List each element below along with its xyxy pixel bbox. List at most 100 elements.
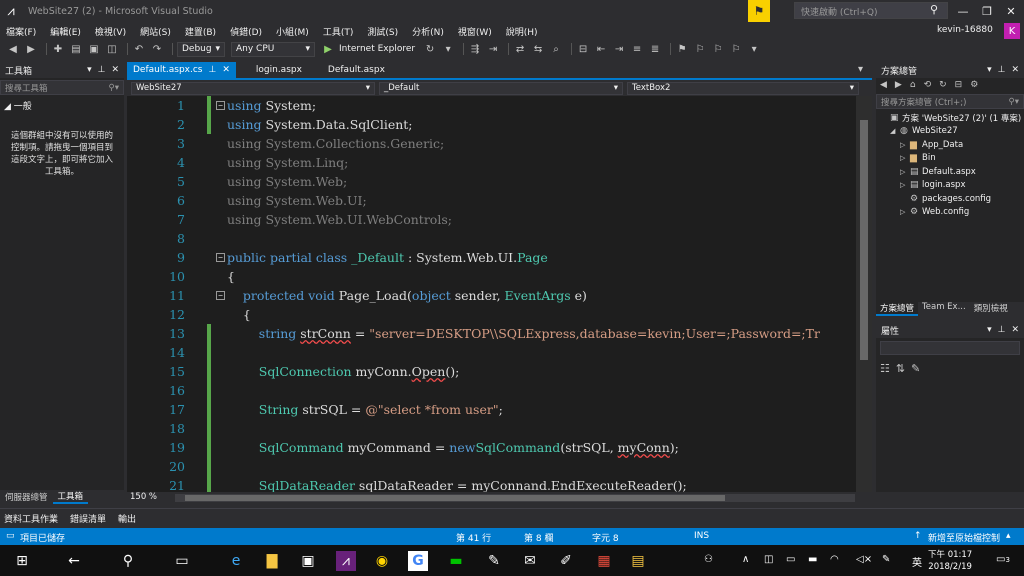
vertical-scrollbar-thumb[interactable]	[860, 120, 868, 360]
navigate-back-icon[interactable]: ⇆	[531, 42, 545, 56]
search-icon[interactable]: ⚲▾	[109, 83, 120, 93]
line-icon[interactable]: ▬	[446, 551, 466, 571]
uncomment-icon[interactable]: ≣	[648, 42, 662, 56]
avatar[interactable]: K	[1004, 23, 1020, 39]
pin-icon[interactable]: ⊥	[998, 65, 1006, 75]
toolbar-overflow-icon[interactable]: ▾	[747, 42, 761, 56]
expand-icon[interactable]: ▷	[900, 141, 910, 149]
code-line[interactable]: 19 SqlCommand myCommand = newSqlCommand(…	[127, 438, 856, 457]
menu-item[interactable]: 工具(T)	[323, 25, 354, 38]
media-icon[interactable]: ◉	[372, 551, 392, 571]
menu-item[interactable]: 小組(M)	[276, 25, 309, 38]
account-name[interactable]: kevin-16880	[937, 25, 993, 35]
tree-item[interactable]: ▷ ▤ Default.aspx	[876, 165, 1024, 179]
code-line[interactable]: 6 using System.Web.UI;	[127, 191, 856, 210]
tree-item[interactable]: ▷ ▆ App_Data	[876, 138, 1024, 152]
properties-object-dropdown[interactable]	[880, 341, 1020, 355]
home-icon[interactable]: ⌂	[910, 80, 916, 90]
edge-icon[interactable]: e	[226, 551, 246, 571]
code-editor[interactable]: 1− using System; 2 using System.Data.SqlCli…	[127, 96, 856, 492]
collapse-icon[interactable]: −	[216, 101, 225, 110]
close-icon[interactable]: ✕	[111, 65, 119, 75]
collapse-icon[interactable]: −	[216, 291, 225, 300]
code-line[interactable]: 9 − public partial class _Default : System…	[127, 248, 856, 267]
code-line[interactable]: 16	[127, 381, 856, 400]
open-file-icon[interactable]: ▤	[69, 42, 83, 56]
expand-icon[interactable]: ▷	[900, 168, 910, 176]
code-line[interactable]: 20	[127, 457, 856, 476]
refresh-icon[interactable]: ↻	[939, 80, 947, 90]
search-icon[interactable]: ⚲	[930, 3, 938, 16]
code-line[interactable]: 15 SqlConnection myConn.Open();	[127, 362, 856, 381]
pen-icon[interactable]: ✎	[882, 554, 890, 565]
restore-button[interactable]: ❐	[976, 0, 998, 22]
chevron-down-icon[interactable]: ▾	[987, 325, 992, 335]
solution-search-input[interactable]: 搜尋方案總管 (Ctrl+;) ⚲▾	[876, 94, 1024, 109]
properties-icon[interactable]: ⚙	[970, 80, 978, 90]
run-browser-label[interactable]: Internet Explorer	[339, 44, 415, 54]
minimize-button[interactable]: —	[952, 0, 974, 22]
tab-output[interactable]: 輸出	[118, 512, 136, 525]
code-line[interactable]: 4 using System.Linq;	[127, 153, 856, 172]
tab-class-view[interactable]: 類別檢視	[970, 302, 1012, 316]
menu-item[interactable]: 網站(S)	[140, 25, 171, 38]
refresh-icon[interactable]: ↻	[423, 42, 437, 56]
tab-login-aspx[interactable]: login.aspx	[250, 62, 308, 78]
code-line[interactable]: 8	[127, 229, 856, 248]
indent-icon[interactable]: ⇤	[594, 42, 608, 56]
tab-overflow-icon[interactable]: ▾	[858, 64, 863, 75]
tab-data-tools[interactable]: 資料工具作業	[4, 512, 58, 525]
search-icon[interactable]: ⚲▾	[1009, 97, 1020, 107]
chevron-up-icon[interactable]: ∧	[742, 554, 749, 565]
ime-indicator[interactable]: 英	[912, 554, 922, 569]
battery-icon[interactable]: ▭	[786, 554, 795, 565]
notification-flag-icon[interactable]: ⚑	[748, 0, 770, 22]
outdent-icon[interactable]: ⇥	[612, 42, 626, 56]
tree-item[interactable]: ▷ ▆ Bin	[876, 152, 1024, 166]
network-icon[interactable]: ▬	[808, 554, 817, 565]
menu-item[interactable]: 分析(N)	[412, 25, 444, 38]
people-icon[interactable]: ⚇	[704, 554, 713, 565]
menu-item[interactable]: 編輯(E)	[50, 25, 81, 38]
code-line[interactable]: 1 − using System;	[127, 96, 856, 115]
archive-icon[interactable]: ▤	[628, 551, 648, 571]
paint-icon[interactable]: ✐	[556, 551, 576, 571]
chevron-down-icon[interactable]: ▾	[987, 65, 992, 75]
notepad-icon[interactable]: ✎	[484, 551, 504, 571]
tree-item[interactable]: ◢ ◍ WebSite27	[876, 125, 1024, 139]
tree-item[interactable]: ▷ ▤ login.aspx	[876, 179, 1024, 193]
toolbox-group-general[interactable]: ◢ 一般	[0, 97, 124, 114]
comment-icon[interactable]: ≡	[630, 42, 644, 56]
save-icon[interactable]: ▣	[87, 42, 101, 56]
windows-start-icon[interactable]: ⊞	[12, 551, 32, 571]
menu-item[interactable]: 檔案(F)	[6, 25, 36, 38]
browse-icon[interactable]: ⇶	[468, 42, 482, 56]
save-all-icon[interactable]: ◫	[105, 42, 119, 56]
tab-default-aspx[interactable]: Default.aspx	[322, 62, 391, 78]
app-icon[interactable]: ▦	[594, 551, 614, 571]
add-to-source-control[interactable]: 新增至原始檔控制	[928, 531, 1000, 544]
volume-icon[interactable]: ◁×	[856, 554, 872, 565]
chevron-down-icon[interactable]: ▾	[87, 65, 92, 75]
platform-dropdown[interactable]: Any CPU ▾	[231, 41, 315, 57]
notification-icon[interactable]: ▭3	[996, 554, 1010, 565]
code-line[interactable]: 12 {	[127, 305, 856, 324]
code-line[interactable]: 11 − protected void Page_Load(object send…	[127, 286, 856, 305]
menu-item[interactable]: 測試(S)	[367, 25, 398, 38]
tree-item[interactable]: ▣ 方案 'WebSite27 (2)' (1 專案)	[876, 111, 1024, 125]
property-pages-icon[interactable]: ✎	[911, 362, 920, 375]
project-dropdown[interactable]: WebSite27 ▾	[131, 81, 375, 95]
forward-icon[interactable]: ▶	[895, 80, 902, 90]
code-line[interactable]: 10 {	[127, 267, 856, 286]
close-icon[interactable]: ✕	[1011, 65, 1019, 75]
new-project-icon[interactable]: ✚	[51, 42, 65, 56]
visual-studio-icon[interactable]: ⩘	[336, 551, 356, 571]
collapse-icon[interactable]: ⊟	[955, 80, 963, 90]
pin-icon[interactable]: ⊥	[998, 325, 1006, 335]
categorized-icon[interactable]: ☷	[880, 362, 890, 375]
code-line[interactable]: 18	[127, 419, 856, 438]
store-icon[interactable]: ▣	[298, 551, 318, 571]
tab-default-aspx-cs[interactable]: Default.aspx.cs ⊥ ✕	[127, 62, 236, 78]
expand-icon[interactable]: ▷	[900, 181, 910, 189]
undo-icon[interactable]: ↶	[132, 42, 146, 56]
